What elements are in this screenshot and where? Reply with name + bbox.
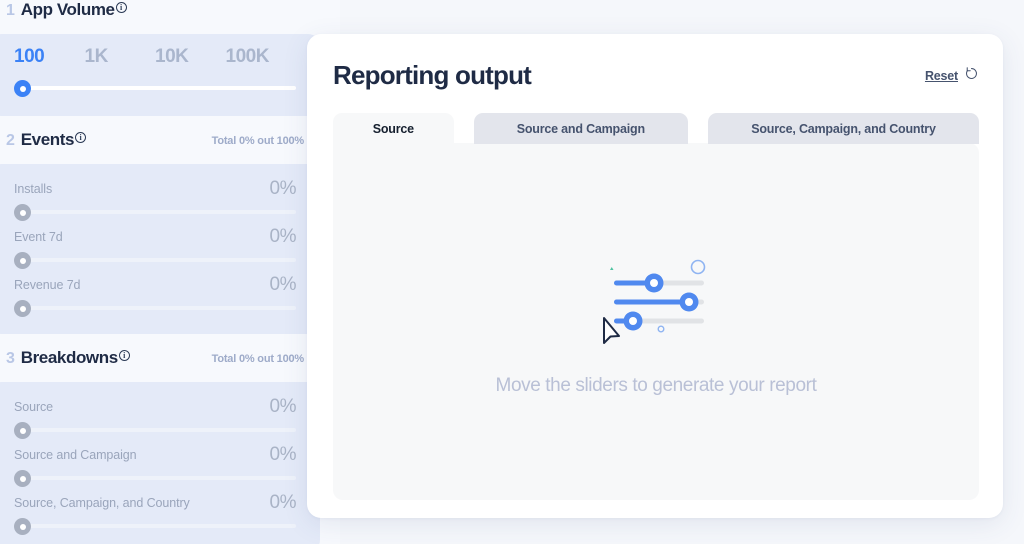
metric-slider-revenue-7d[interactable] [14, 300, 296, 316]
slider-track [14, 306, 296, 310]
card-header: Reporting output Reset [333, 60, 979, 91]
slider-knob[interactable] [14, 80, 31, 97]
tab-source-campaign-and-country[interactable]: Source, Campaign, and Country [708, 113, 979, 144]
page-title: Reporting output [333, 60, 531, 91]
slider-knob[interactable] [14, 470, 31, 487]
report-result-panel: Move the sliders to generate your report [333, 143, 979, 500]
slider-knob[interactable] [14, 204, 31, 221]
info-circle-icon[interactable]: i [75, 132, 86, 143]
volume-tick-100k[interactable]: 100K [226, 46, 297, 68]
section-number: 3 [6, 350, 15, 368]
volume-tick-labels: 100 1K 10K 100K [14, 46, 296, 68]
sliders-with-cursor-illustration [597, 246, 715, 351]
section-title: Breakdowns [21, 348, 118, 368]
metric-row: Installs 0% [14, 178, 296, 220]
slider-track [14, 258, 296, 262]
metric-value: 0% [270, 226, 296, 248]
slider-knob[interactable] [14, 518, 31, 535]
tab-source[interactable]: Source [333, 113, 454, 144]
slider-track [14, 86, 296, 90]
metric-slider-source[interactable] [14, 422, 296, 438]
slider-track [14, 428, 296, 432]
app-volume-group: 100 1K 10K 100K [0, 34, 320, 116]
metric-label: Installs [14, 182, 52, 196]
controls-panel: 1 App Volumei 100 1K 10K 100K 2 Eventsi … [0, 0, 340, 544]
tab-source-and-campaign[interactable]: Source and Campaign [474, 113, 688, 144]
metric-row: Revenue 7d 0% [14, 274, 296, 316]
events-total-label: Total 0% out 100% [212, 135, 304, 147]
metric-value: 0% [270, 178, 296, 200]
tab-label: Source and Campaign [517, 122, 645, 136]
breakdowns-total-label: Total 0% out 100% [212, 353, 304, 365]
section-number: 2 [6, 132, 15, 150]
metric-value: 0% [270, 396, 296, 418]
metric-label: Source [14, 400, 53, 414]
slider-knob[interactable] [14, 300, 31, 317]
metric-row: Source 0% [14, 396, 296, 438]
section-title: Events [21, 130, 74, 150]
metric-value: 0% [270, 274, 296, 296]
empty-state-message: Move the sliders to generate your report [496, 375, 817, 397]
metric-label: Source, Campaign, and Country [14, 496, 190, 510]
info-circle-icon[interactable]: i [119, 350, 130, 361]
reset-circular-arrow-icon [964, 66, 979, 86]
section-header-breakdowns: 3 Breakdownsi Total 0% out 100% [0, 348, 320, 382]
reporting-output-card: Reporting output Reset Source Source and… [307, 34, 1003, 518]
slider-knob[interactable] [14, 422, 31, 439]
slider-track [14, 476, 296, 480]
metric-slider-source-campaign[interactable] [14, 470, 296, 486]
metric-label: Source and Campaign [14, 448, 136, 462]
volume-tick-100[interactable]: 100 [14, 46, 85, 68]
slider-track [14, 524, 296, 528]
metric-label: Event 7d [14, 230, 63, 244]
volume-tick-10k[interactable]: 10K [155, 46, 226, 68]
metric-value: 0% [270, 492, 296, 514]
slider-track [14, 210, 296, 214]
metric-slider-installs[interactable] [14, 204, 296, 220]
events-group: Installs 0% Event 7d 0% Revenue 7d 0% [0, 164, 320, 334]
tab-bar: Source Source and Campaign Source, Campa… [333, 113, 979, 144]
metric-slider-event-7d[interactable] [14, 252, 296, 268]
reset-label: Reset [925, 69, 958, 83]
info-circle-icon[interactable]: i [116, 2, 127, 13]
section-title: App Volume [21, 0, 115, 20]
breakdowns-group: Source 0% Source and Campaign 0% Source,… [0, 382, 320, 544]
metric-value: 0% [270, 444, 296, 466]
tab-label: Source [373, 122, 414, 136]
metric-row: Source and Campaign 0% [14, 444, 296, 486]
metric-row: Source, Campaign, and Country 0% [14, 492, 296, 534]
reset-button[interactable]: Reset [925, 66, 979, 86]
metric-label: Revenue 7d [14, 278, 80, 292]
slider-knob[interactable] [14, 252, 31, 269]
metric-row: Event 7d 0% [14, 226, 296, 268]
tab-label: Source, Campaign, and Country [751, 122, 936, 136]
app-volume-slider[interactable] [14, 80, 296, 96]
section-number: 1 [6, 2, 15, 20]
section-header-app-volume: 1 App Volumei [0, 0, 320, 34]
metric-slider-source-campaign-country[interactable] [14, 518, 296, 534]
volume-tick-1k[interactable]: 1K [85, 46, 156, 68]
section-header-events: 2 Eventsi Total 0% out 100% [0, 130, 320, 164]
